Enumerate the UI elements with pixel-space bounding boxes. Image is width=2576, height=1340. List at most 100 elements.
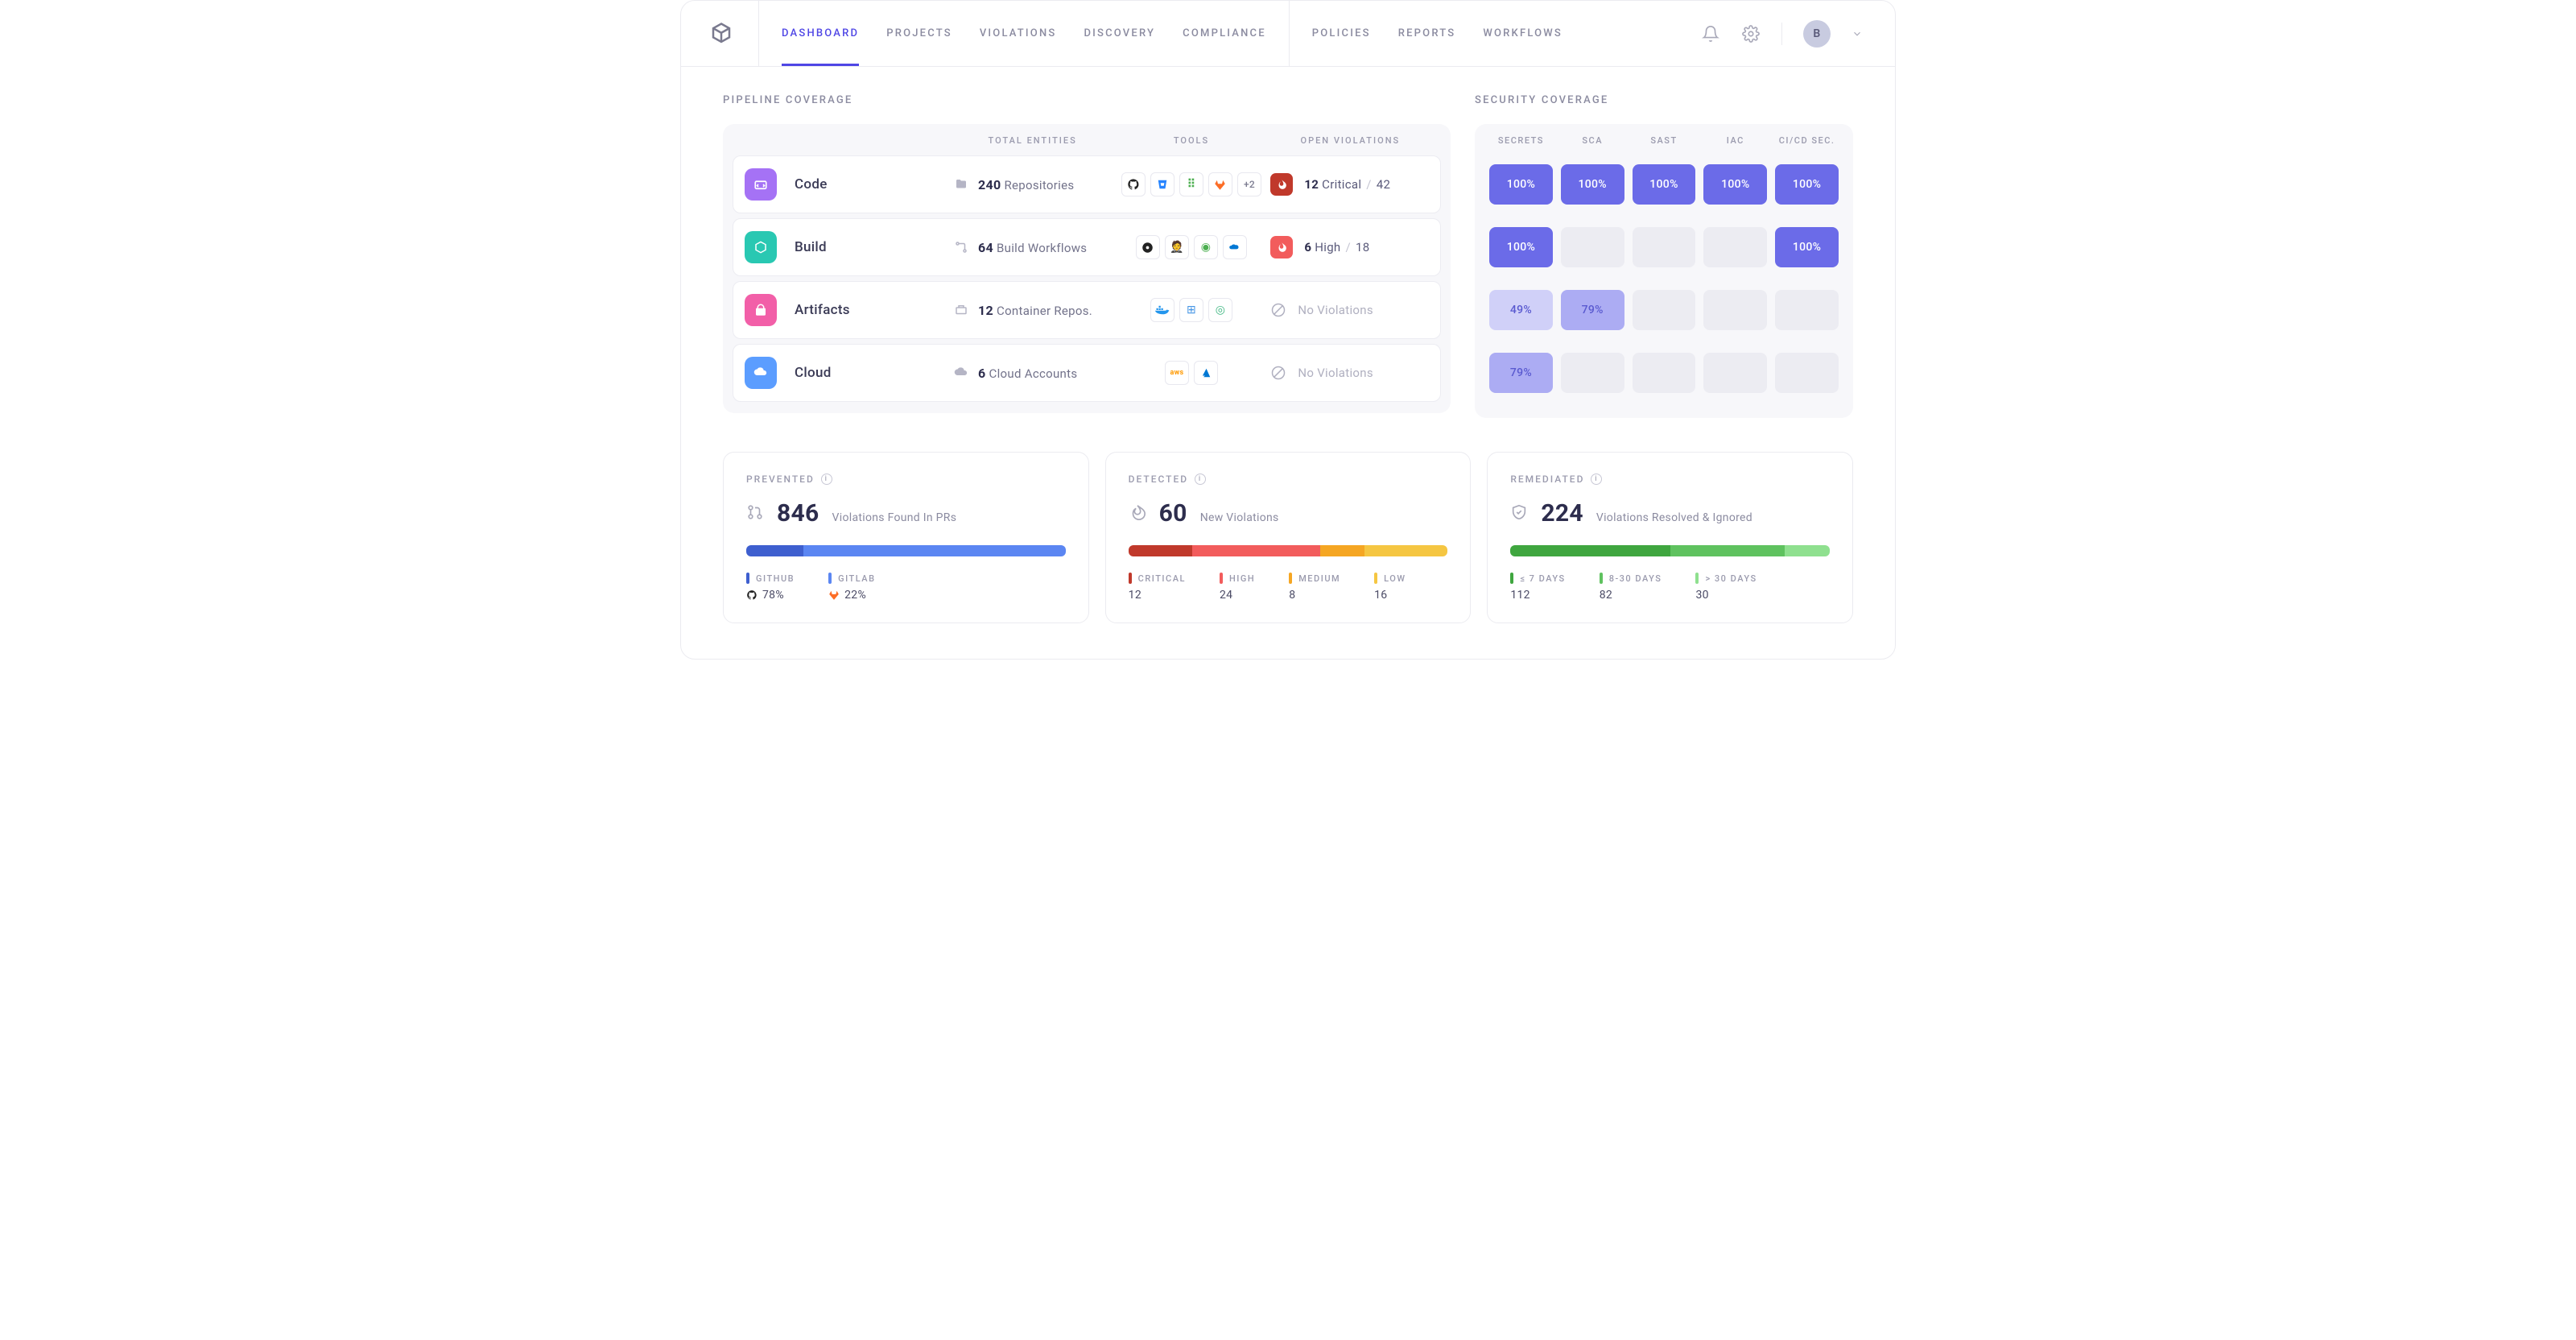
section-title: SECURITY COVERAGE	[1475, 94, 1853, 106]
github-icon[interactable]	[1121, 172, 1146, 196]
aws-icon[interactable]: aws	[1165, 361, 1189, 385]
user-avatar[interactable]: B	[1803, 20, 1831, 48]
coverage-cell[interactable]: 49%	[1489, 290, 1553, 330]
col-open-violations: OPEN VIOLATIONS	[1271, 135, 1430, 146]
gitlab-icon[interactable]	[1208, 172, 1232, 196]
pipeline-table: TOTAL ENTITIES TOOLS OPEN VIOLATIONS Cod…	[723, 124, 1451, 413]
fire-outline-icon	[1129, 503, 1146, 521]
coverage-cell[interactable]: 100%	[1633, 164, 1696, 205]
coverage-cell[interactable]	[1703, 353, 1767, 393]
tab-discovery[interactable]: DISCOVERY	[1084, 1, 1155, 66]
prevented-bar-chart	[746, 545, 1066, 556]
shield-check-icon	[1510, 503, 1528, 521]
pipeline-row-artifacts[interactable]: Artifacts 12 Container Repos. ⊞ ◎	[733, 281, 1441, 339]
coverage-cell[interactable]	[1703, 227, 1767, 267]
coverage-cell[interactable]: 100%	[1703, 164, 1767, 205]
pipeline-section: PIPELINE COVERAGE TOTAL ENTITIES TOOLS O…	[723, 94, 1451, 418]
legend-pip	[1374, 573, 1377, 584]
tab-violations[interactable]: VIOLATIONS	[980, 1, 1057, 66]
legend-item: 8-30 DAYS82	[1600, 573, 1662, 602]
tab-workflows[interactable]: WORKFLOWS	[1483, 1, 1563, 66]
legend-item: ≤ 7 DAYS112	[1510, 573, 1565, 602]
legend-pip	[1600, 573, 1603, 584]
coverage-cell[interactable]	[1703, 290, 1767, 330]
coverage-cell[interactable]	[1775, 290, 1839, 330]
tools-list: ⠿ +2	[1113, 172, 1271, 196]
workflow-icon	[954, 240, 968, 254]
card-value: 60	[1159, 499, 1187, 527]
row-name: Cloud	[795, 365, 832, 381]
legend-pip	[1510, 573, 1513, 584]
legend-item: CRITICAL12	[1129, 573, 1186, 602]
info-icon[interactable]: i	[1591, 474, 1602, 485]
coverage-cell[interactable]	[1633, 227, 1696, 267]
tab-projects[interactable]: PROJECTS	[886, 1, 952, 66]
security-row: 100% 100%	[1489, 218, 1839, 276]
detected-legend: CRITICAL12HIGH24MEDIUM8LOW16	[1129, 573, 1448, 602]
coverage-cell[interactable]	[1633, 290, 1696, 330]
remediated-bar-chart	[1510, 545, 1830, 556]
chevron-down-icon[interactable]	[1852, 28, 1863, 39]
coverage-cell[interactable]: 79%	[1489, 353, 1553, 393]
tools-list: 🤵 ◉	[1113, 235, 1271, 259]
legend-pip	[1695, 573, 1699, 584]
legend-pip	[828, 573, 832, 584]
notifications-icon[interactable]	[1701, 24, 1720, 43]
azure-icon[interactable]	[1194, 361, 1218, 385]
pipeline-row-code[interactable]: Code 240 Repositories ⠿ +2	[733, 155, 1441, 213]
card-title-text: REMEDIATED	[1510, 474, 1584, 485]
card-value: 846	[777, 499, 819, 527]
coverage-cell[interactable]: 100%	[1489, 227, 1553, 267]
jenkins-icon[interactable]: 🤵	[1165, 235, 1189, 259]
coverage-cell[interactable]	[1561, 227, 1624, 267]
tool-icon[interactable]: ⠿	[1179, 172, 1203, 196]
bitbucket-icon[interactable]	[1150, 172, 1174, 196]
card-prevented: PREVENTEDi 846 Violations Found In PRs G…	[723, 452, 1089, 623]
azure-icon[interactable]	[1223, 235, 1247, 259]
tab-compliance[interactable]: COMPLIANCE	[1183, 1, 1266, 66]
summary-cards: PREVENTEDi 846 Violations Found In PRs G…	[723, 452, 1853, 623]
tab-dashboard[interactable]: DASHBOARD	[782, 1, 859, 66]
coverage-cell[interactable]: 100%	[1561, 164, 1624, 205]
coverage-cell[interactable]: 100%	[1775, 227, 1839, 267]
circleci-icon[interactable]	[1136, 235, 1160, 259]
brand-logo[interactable]	[707, 19, 736, 48]
harbor-icon[interactable]: ⊞	[1179, 298, 1203, 322]
pipeline-row-cloud[interactable]: Cloud 6 Cloud Accounts aws No Viola	[733, 344, 1441, 402]
col-total-entities: TOTAL ENTITIES	[953, 135, 1112, 146]
coverage-cell[interactable]: 100%	[1775, 164, 1839, 205]
card-subtitle: Violations Resolved & Ignored	[1596, 511, 1752, 524]
violations-cell: 12 Critical/42	[1270, 173, 1429, 196]
legend-pip	[746, 573, 749, 584]
info-icon[interactable]: i	[821, 474, 832, 485]
legend-item: HIGH24	[1220, 573, 1255, 602]
tool-icon[interactable]: ◉	[1194, 235, 1218, 259]
remediated-legend: ≤ 7 DAYS1128-30 DAYS82> 30 DAYS30	[1510, 573, 1830, 602]
tool-icon[interactable]: ◎	[1208, 298, 1232, 322]
coverage-cell[interactable]	[1561, 353, 1624, 393]
pipeline-row-build[interactable]: Build 64 Build Workflows 🤵 ◉	[733, 218, 1441, 276]
settings-icon[interactable]	[1741, 24, 1761, 43]
col-tools: TOOLS	[1112, 135, 1270, 146]
security-row: 79%	[1489, 344, 1839, 402]
coverage-cell[interactable]	[1633, 353, 1696, 393]
row-name: Build	[795, 239, 827, 255]
coverage-cell[interactable]: 79%	[1561, 290, 1624, 330]
tab-reports[interactable]: REPORTS	[1398, 1, 1456, 66]
tools-more[interactable]: +2	[1237, 172, 1261, 196]
coverage-cell[interactable]: 100%	[1489, 164, 1553, 205]
fire-icon	[1270, 173, 1293, 196]
container-icon	[954, 303, 968, 317]
card-detected: DETECTEDi 60 New Violations CRITICAL12HI…	[1105, 452, 1472, 623]
pr-icon	[746, 503, 764, 521]
no-violations-icon	[1270, 302, 1286, 318]
tab-policies[interactable]: POLICIES	[1312, 1, 1371, 66]
legend-item: GITHUB78%	[746, 573, 795, 602]
cloud-small-icon	[954, 366, 968, 380]
nav-tabs-primary: DASHBOARD PROJECTS VIOLATIONS DISCOVERY …	[782, 1, 1266, 66]
coverage-cell[interactable]	[1775, 353, 1839, 393]
info-icon[interactable]: i	[1195, 474, 1206, 485]
security-row: 100%100%100%100%100%	[1489, 155, 1839, 213]
row-name: Artifacts	[795, 302, 850, 318]
docker-icon[interactable]	[1150, 298, 1174, 322]
